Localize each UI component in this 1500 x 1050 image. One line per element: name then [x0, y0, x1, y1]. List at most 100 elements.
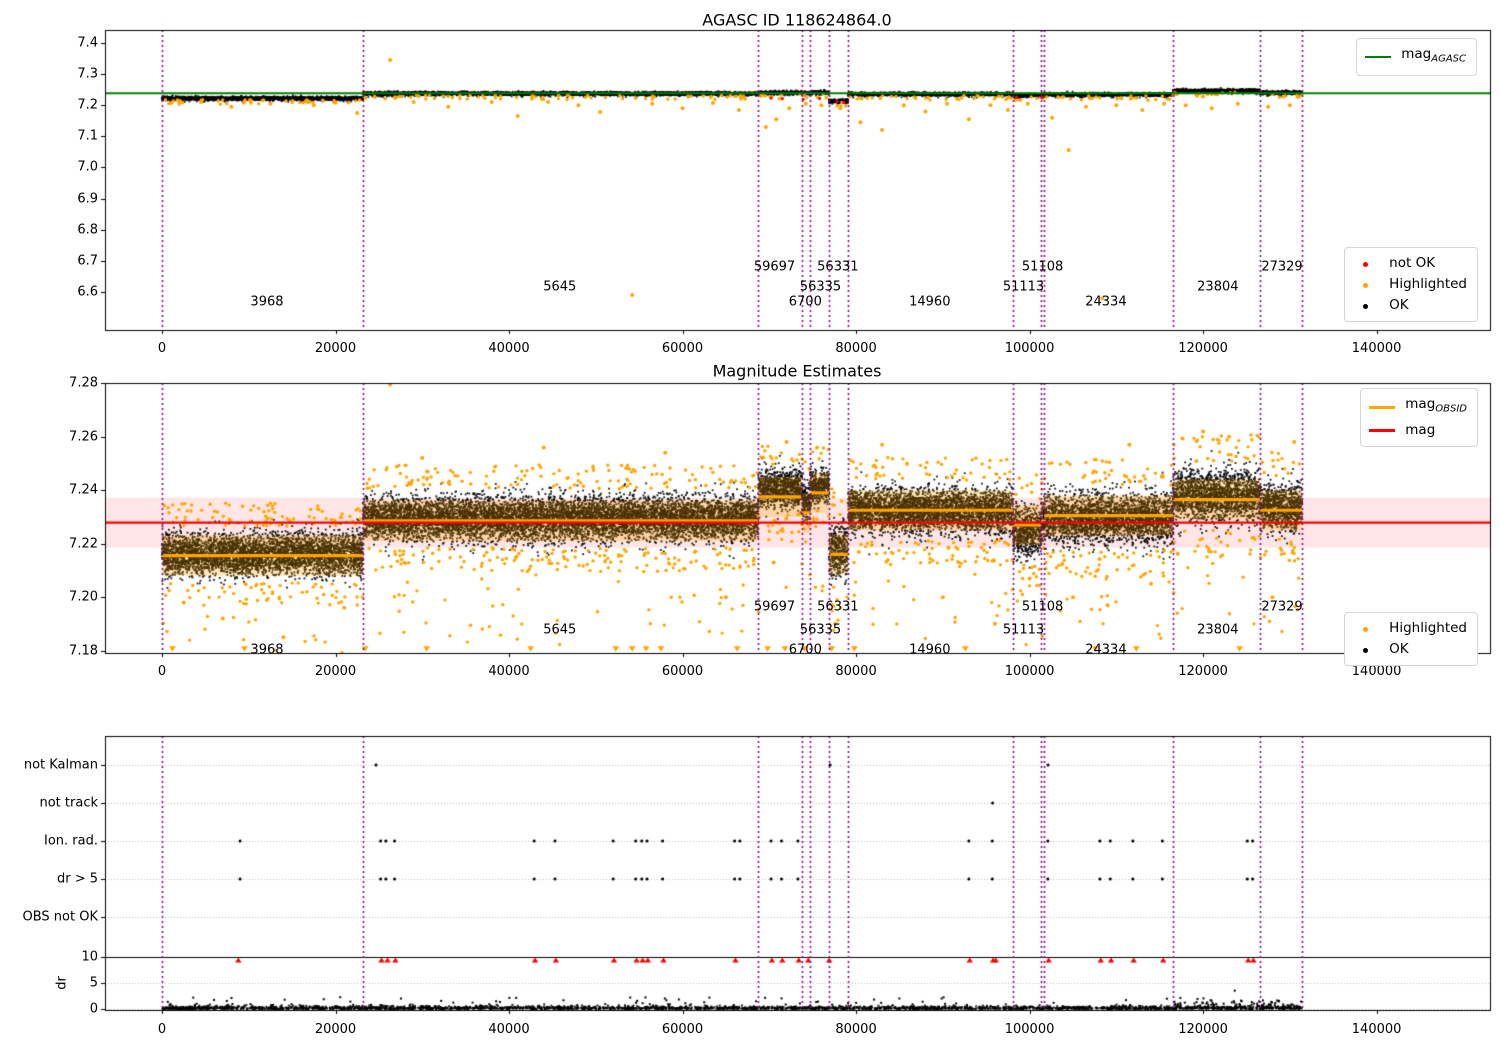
- x-tick-label: 0: [157, 341, 167, 356]
- legend-top-markers: not OK Highlighted OK: [1344, 247, 1478, 322]
- legend-item-highlighted: Highlighted: [1353, 274, 1467, 295]
- x-tick-label: 20000: [314, 1022, 357, 1037]
- x-tick-label: 0: [157, 664, 167, 679]
- obsid-label-middle: 59697: [753, 599, 796, 615]
- legend-dot-swatch: [1353, 622, 1379, 636]
- legend-label: magAGASC: [1401, 46, 1466, 65]
- x-tick-label: 60000: [661, 1022, 704, 1037]
- y-tick-label: 6.7: [77, 253, 98, 269]
- legend-item-highlighted: Highlighted: [1353, 618, 1467, 639]
- legend-label: magOBSID: [1405, 396, 1467, 415]
- x-tick-label: 120000: [1178, 341, 1228, 356]
- obsid-label-top: 51108: [1021, 259, 1064, 275]
- legend-dot-swatch: [1353, 299, 1379, 313]
- x-tick-label: 40000: [488, 1022, 530, 1037]
- y-tick-label: 7.20: [69, 589, 98, 605]
- obsid-label-middle: 6700: [788, 642, 822, 658]
- x-tick-label: 80000: [835, 664, 877, 679]
- y-tick-label: 7.2: [77, 97, 98, 113]
- obsid-label-top: 5645: [543, 279, 577, 295]
- x-tick-label: 60000: [661, 664, 704, 679]
- y-tick-label: 7.28: [69, 375, 98, 391]
- obsid-label-middle: 5645: [543, 622, 577, 638]
- legend-item-ok: OK: [1353, 295, 1467, 316]
- y-tick-label: 7.18: [69, 643, 98, 659]
- obsid-label-middle: 23804: [1197, 622, 1239, 638]
- obsid-label-middle: 56331: [817, 599, 859, 615]
- legend-item-not-ok: not OK: [1353, 253, 1467, 274]
- legend-label: not OK: [1389, 255, 1436, 271]
- x-tick-label: 140000: [1351, 341, 1402, 356]
- y-tick-label: 7.26: [69, 429, 98, 445]
- x-tick-label: 140000: [1351, 1022, 1402, 1037]
- obsid-label-top: 59697: [753, 259, 796, 275]
- x-tick-label: 80000: [835, 1022, 877, 1037]
- flag-row-label: dr > 5: [56, 871, 98, 887]
- x-tick-label: 40000: [488, 664, 530, 679]
- obsid-label-middle: 3968: [250, 642, 284, 658]
- y-tick-label: 7.3: [77, 66, 98, 82]
- y-tick-label: 7.22: [69, 536, 98, 552]
- y-tick-label: 7.1: [77, 128, 98, 144]
- obsid-label-top: 27329: [1261, 259, 1303, 275]
- dr-axis-label: dr: [54, 976, 70, 990]
- legend-dot-swatch: [1353, 278, 1379, 292]
- obsid-label-middle: 24334: [1085, 642, 1127, 658]
- middle-plot-title: Magnitude Estimates: [712, 361, 882, 381]
- legend-mag-agasc: magAGASC: [1356, 38, 1477, 76]
- dr-tick-label: 5: [89, 975, 98, 991]
- legend-item-magagasc: magAGASC: [1365, 44, 1466, 70]
- obsid-label-top: 56331: [817, 259, 859, 275]
- figure-root: AGASC ID 118624864.0 Magnitude Estimates…: [0, 0, 1500, 1050]
- legend-label: mag: [1405, 421, 1436, 438]
- x-tick-label: 60000: [661, 341, 704, 356]
- legend-item-ok: OK: [1353, 639, 1467, 660]
- x-tick-label: 20000: [314, 341, 357, 356]
- legend-label: Highlighted: [1389, 620, 1467, 636]
- x-tick-label: 100000: [1004, 341, 1055, 356]
- top-plot-title: AGASC ID 118624864.0: [702, 10, 892, 30]
- x-tick-label: 0: [157, 1022, 167, 1037]
- x-tick-label: 120000: [1178, 1022, 1228, 1037]
- legend-item-mag: mag: [1369, 420, 1467, 441]
- y-tick-label: 6.9: [77, 191, 98, 207]
- dr-tick-label: 0: [89, 1001, 98, 1017]
- y-tick-label: 7.4: [77, 35, 98, 51]
- x-tick-label: 40000: [488, 341, 530, 356]
- legend-dot-swatch: [1353, 257, 1379, 271]
- legend-line-swatch: [1369, 423, 1396, 437]
- legend-label: OK: [1389, 641, 1409, 657]
- obsid-label-top: 14960: [909, 294, 951, 310]
- flag-row-label: not Kalman: [23, 757, 98, 773]
- obsid-label-middle: 14960: [909, 642, 951, 658]
- dr-tick-label: 10: [81, 949, 98, 965]
- legend-line-swatch: [1369, 400, 1396, 414]
- legend-item-magobsid: magOBSID: [1369, 394, 1467, 420]
- plots-canvas: [0, 0, 1500, 1050]
- obsid-label-top: 6700: [788, 294, 822, 310]
- obsid-label-middle: 51108: [1021, 599, 1064, 615]
- x-tick-label: 20000: [314, 664, 357, 679]
- flag-row-label: not track: [39, 795, 98, 811]
- x-tick-label: 100000: [1004, 1022, 1055, 1037]
- y-tick-label: 6.8: [77, 222, 98, 238]
- obsid-label-top: 24334: [1085, 294, 1127, 310]
- obsid-label-middle: 51113: [1002, 622, 1045, 638]
- x-tick-label: 140000: [1351, 664, 1402, 679]
- legend-line-swatch: [1365, 50, 1392, 64]
- obsid-label-top: 3968: [250, 294, 284, 310]
- x-tick-label: 120000: [1178, 664, 1228, 679]
- y-tick-label: 7.0: [77, 159, 98, 175]
- obsid-label-top: 23804: [1197, 279, 1239, 295]
- obsid-label-top: 51113: [1002, 279, 1045, 295]
- legend-mag-lines: magOBSID mag: [1360, 388, 1478, 447]
- flag-row-label: Ion. rad.: [44, 833, 98, 849]
- legend-label: Highlighted: [1389, 276, 1467, 292]
- y-tick-label: 7.24: [69, 482, 98, 498]
- flag-row-label: OBS not OK: [22, 909, 99, 925]
- obsid-label-top: 56335: [799, 279, 842, 295]
- legend-label: OK: [1389, 297, 1409, 313]
- x-tick-label: 80000: [835, 341, 877, 356]
- obsid-label-middle: 56335: [799, 622, 842, 638]
- obsid-label-middle: 27329: [1261, 599, 1303, 615]
